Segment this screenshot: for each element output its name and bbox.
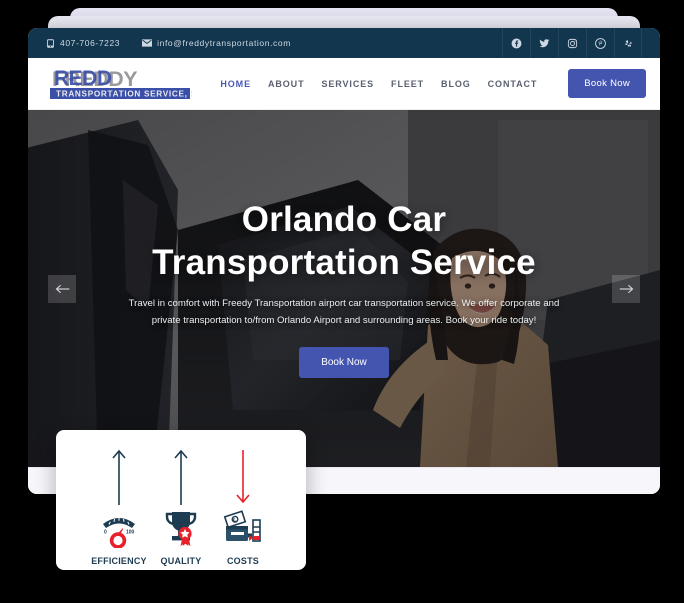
- header-book-now-button[interactable]: Book Now: [568, 69, 646, 98]
- gauge-icon: 0 100: [98, 508, 140, 548]
- hero-content: Orlando Car Transportation Service Trave…: [28, 110, 660, 467]
- phone-contact[interactable]: 407-706-7223: [46, 38, 120, 48]
- arrow-down-icon: [234, 448, 252, 506]
- top-contact-bar: 407-706-7223 info@freddytransportation.c…: [28, 28, 660, 58]
- email-contact[interactable]: info@freddytransportation.com: [142, 38, 291, 48]
- svg-text:100: 100: [126, 530, 135, 536]
- site-header: FREDDY REDD TRANSPORTATION SERVICE, INC …: [28, 58, 660, 110]
- main-navigation: HOME ABOUT SERVICES FLEET BLOG CONTACT B…: [220, 69, 646, 98]
- nav-item-contact[interactable]: CONTACT: [488, 79, 538, 89]
- carousel-next-button[interactable]: [612, 274, 640, 303]
- svg-text:0: 0: [104, 530, 107, 536]
- contact-group: 407-706-7223 info@freddytransportation.c…: [46, 38, 291, 48]
- instagram-icon[interactable]: [558, 28, 586, 58]
- nav-item-blog[interactable]: BLOG: [441, 79, 471, 89]
- pinterest-icon[interactable]: [586, 28, 614, 58]
- hero-book-now-button[interactable]: Book Now: [299, 346, 389, 378]
- feature-quality[interactable]: QUALITY: [150, 448, 212, 566]
- wallet-icon: €: [222, 508, 264, 548]
- envelope-icon: [142, 39, 153, 47]
- feature-card: 0 100 EFFICIENCY QUALITY € COSTS: [56, 430, 306, 570]
- facebook-icon[interactable]: [502, 28, 530, 58]
- hero-title: Orlando Car Transportation Service: [152, 200, 536, 282]
- browser-window: 407-706-7223 info@freddytransportation.c…: [28, 28, 660, 494]
- feature-label: COSTS: [226, 556, 259, 566]
- feature-costs[interactable]: € COSTS: [212, 448, 274, 566]
- svg-text:TRANSPORTATION SERVICE, INC: TRANSPORTATION SERVICE, INC: [56, 89, 192, 98]
- nav-item-fleet[interactable]: FLEET: [391, 79, 424, 89]
- svg-text:REDD: REDD: [54, 67, 112, 90]
- hero-subtitle: Travel in comfort with Freedy Transporta…: [128, 298, 560, 327]
- nav-item-home[interactable]: HOME: [220, 79, 251, 89]
- screenshot-stage: 407-706-7223 info@freddytransportation.c…: [0, 0, 684, 603]
- twitter-icon[interactable]: [530, 28, 558, 58]
- email-address: info@freddytransportation.com: [157, 38, 291, 48]
- yelp-icon[interactable]: [614, 28, 642, 58]
- carousel-prev-button[interactable]: [48, 274, 76, 303]
- social-links: [502, 28, 642, 58]
- nav-item-about[interactable]: ABOUT: [268, 79, 305, 89]
- arrow-right-icon: [619, 283, 634, 295]
- feature-efficiency[interactable]: 0 100 EFFICIENCY: [88, 448, 150, 566]
- feature-label: QUALITY: [160, 556, 202, 566]
- arrow-up-icon: [172, 448, 190, 506]
- phone-number: 407-706-7223: [60, 38, 121, 48]
- phone-icon: [46, 38, 55, 48]
- nav-item-services[interactable]: SERVICES: [321, 79, 374, 89]
- arrow-up-icon: [110, 448, 128, 506]
- arrow-left-icon: [55, 283, 70, 295]
- site-logo[interactable]: FREDDY REDD TRANSPORTATION SERVICE, INC: [50, 67, 192, 101]
- feature-label: EFFICIENCY: [91, 556, 147, 566]
- hero-banner: Orlando Car Transportation Service Trave…: [28, 110, 660, 467]
- trophy-icon: [161, 508, 201, 548]
